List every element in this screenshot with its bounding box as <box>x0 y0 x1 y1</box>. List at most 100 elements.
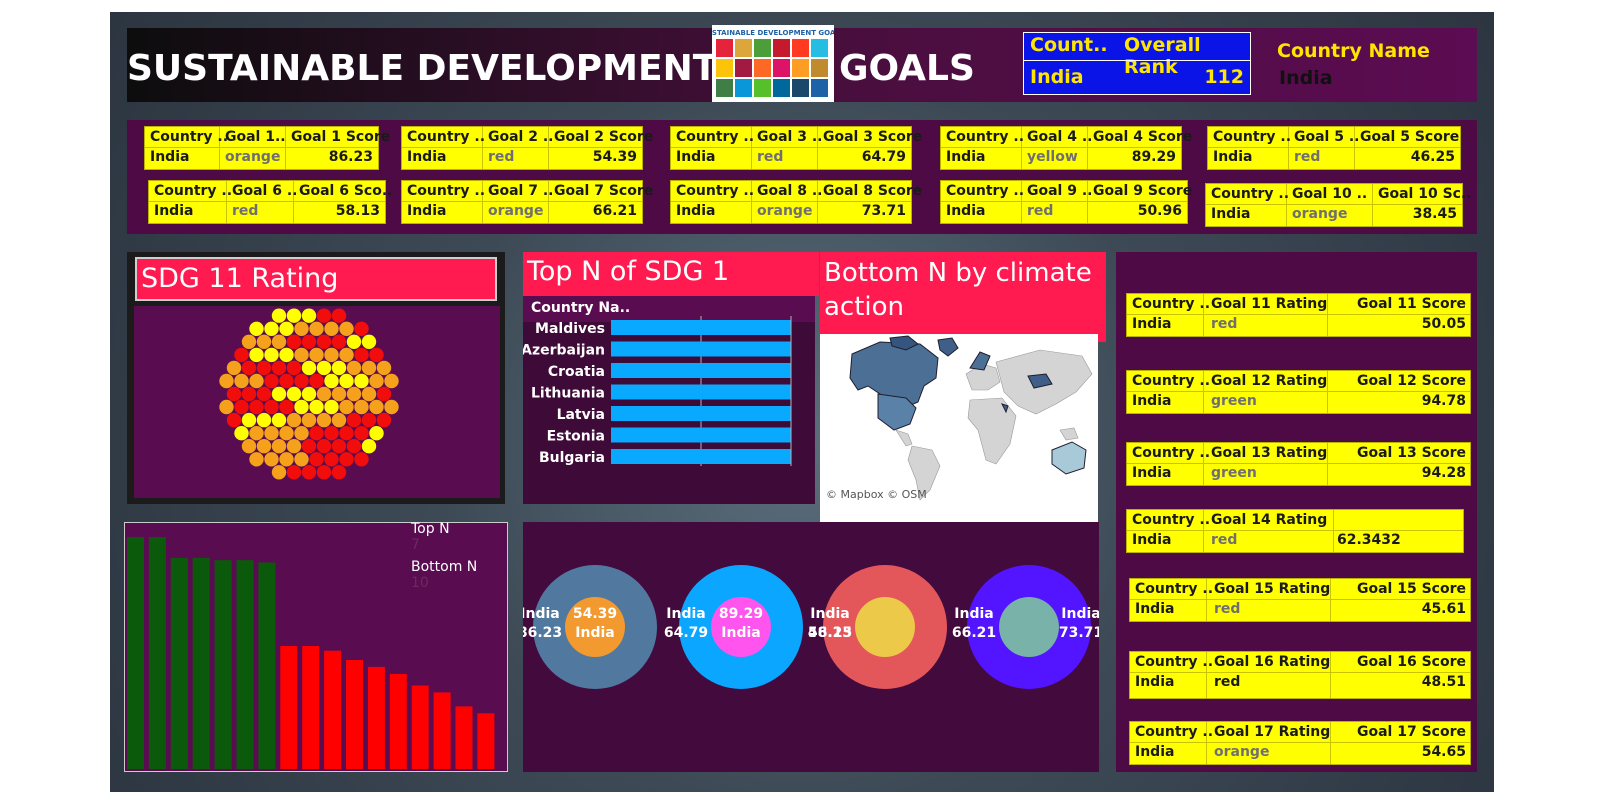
top-bottom-bar <box>302 646 320 769</box>
goal-card-country: India <box>1211 206 1251 222</box>
bottom-n-param-value[interactable]: 10 <box>411 575 429 591</box>
bubble-mark <box>241 334 257 349</box>
goal-card-country: India <box>407 149 447 165</box>
bubble-mark <box>234 347 249 363</box>
bubble-mark <box>309 452 324 467</box>
right-card-score-header: Goal 13 Score <box>1357 445 1466 461</box>
bubble-mark <box>331 465 347 480</box>
right-card-country: India <box>1135 601 1175 617</box>
right-card-score-header: Goal 17 Score <box>1357 724 1466 740</box>
bubble-mark <box>256 386 272 402</box>
top-bottom-bar <box>324 650 342 769</box>
map-credit: © Mapbox © OSM <box>826 488 927 501</box>
donut-inner-country: India <box>575 625 614 641</box>
goal-card-score: 89.29 <box>1131 149 1176 165</box>
goal-9-card: Country .. Goal 9 .. Goal 9 Score India red 5… <box>940 180 1192 224</box>
goal-card-rating-header: Goal 4 .. <box>1027 129 1093 145</box>
sdg11-bubble-chart[interactable] <box>134 306 500 498</box>
bubble-mark <box>339 452 354 467</box>
bubble-mark <box>294 373 309 389</box>
top-n-bar <box>611 427 791 443</box>
goal-card-score: 73.71 <box>861 203 906 219</box>
bubble-mark <box>271 360 287 376</box>
top-bottom-bar <box>389 673 407 769</box>
top-bottom-bar <box>455 706 473 769</box>
bubble-mark <box>219 373 234 389</box>
bubble-mark <box>256 412 272 428</box>
bubble-mark <box>234 373 249 389</box>
bubble-mark <box>316 334 332 349</box>
goal-card-country-header: Country .. <box>676 183 755 199</box>
bubble-mark <box>271 412 287 428</box>
bubble-mark <box>286 334 302 349</box>
top-bottom-bar <box>258 562 276 769</box>
country-name-filter-value[interactable]: India <box>1279 67 1333 89</box>
bubble-mark <box>301 412 317 428</box>
top-n-title: Top N of SDG 1 <box>523 252 819 296</box>
right-card-rating: red <box>1214 674 1241 690</box>
bubble-mark <box>361 439 377 454</box>
bubble-mark <box>301 308 317 323</box>
goal-12-card: Country .. Goal 12 Rating Goal 12 Score Ind… <box>1126 370 1471 414</box>
goal-card-rating-header: Goal 9 .. <box>1027 183 1093 199</box>
top-bottom-bar <box>214 560 232 769</box>
goal-card-country: India <box>150 149 190 165</box>
goal-card-score-header: Goal 6 Sco.. <box>299 183 393 199</box>
bubble-mark <box>264 399 279 415</box>
goal-card-score: 86.23 <box>328 149 373 165</box>
goal-card-rating: orange <box>757 203 813 219</box>
right-card-rating-header: Goal 11 Rating <box>1211 296 1328 312</box>
bubble-mark <box>241 412 257 428</box>
top-n-column-header: Country Na.. <box>531 300 631 316</box>
bubble-mark <box>256 439 272 454</box>
donut-center <box>855 597 915 657</box>
right-card-score: 54.65 <box>1421 744 1466 760</box>
bubble-mark <box>219 399 234 415</box>
top-n-param-value[interactable]: 7 <box>411 537 420 553</box>
right-card-score: 62.3432 <box>1337 532 1401 548</box>
bubble-mark <box>256 360 272 376</box>
right-card-country: India <box>1135 674 1175 690</box>
donut-inner-country: India <box>1061 606 1099 622</box>
right-card-country-header: Country .. <box>1132 373 1211 389</box>
bubble-mark <box>376 412 392 428</box>
bubble-mark <box>301 360 317 376</box>
goal-5-card: Country .. Goal 5 .. Goal 5 Score India red 4… <box>1207 126 1461 170</box>
goal-card-score: 54.39 <box>592 149 637 165</box>
bubble-mark <box>376 360 392 376</box>
goal-card-rating-header: Goal 1.. <box>225 129 286 145</box>
bubble-mark <box>286 439 302 454</box>
goal-card-score-header: Goal 4 Score <box>1093 129 1193 145</box>
title-right: GOALS <box>839 48 975 89</box>
top-n-bar <box>611 384 791 400</box>
bubble-mark <box>354 321 369 336</box>
right-card-score-header: Goal 15 Score <box>1357 581 1466 597</box>
top-n-category-label: Estonia <box>547 429 605 445</box>
bubble-mark <box>264 321 279 336</box>
bubble-mark <box>354 373 369 389</box>
top-n-bar <box>611 320 791 335</box>
title-left: SUSTAINABLE DEVELOPMENT <box>127 48 718 89</box>
goal-card-score-header: Goal 9 Score <box>1093 183 1193 199</box>
right-card-country-header: Country .. <box>1135 654 1214 670</box>
right-card-rating-header: Goal 12 Rating <box>1211 373 1328 389</box>
goal-card-score: 38.45 <box>1412 206 1457 222</box>
right-card-country: India <box>1135 744 1175 760</box>
bubble-mark <box>309 347 324 363</box>
goal-card-country: India <box>676 149 716 165</box>
right-card-country-header: Country .. <box>1135 581 1214 597</box>
goal-card-rating-header: Goal 5 .. <box>1294 129 1360 145</box>
world-map[interactable]: © Mapbox © OSM <box>820 334 1098 504</box>
bubble-mark <box>361 412 377 428</box>
bubble-mark <box>294 426 309 441</box>
goal-card-country-header: Country .. <box>407 183 486 199</box>
bubble-mark <box>324 321 339 336</box>
top-n-category-label: Latvia <box>557 407 605 423</box>
bubble-mark <box>316 308 332 323</box>
bubble-mark <box>271 386 287 402</box>
bubble-mark <box>226 360 242 376</box>
bubble-mark <box>361 386 377 402</box>
goal-card-country-header: Country .. <box>676 129 755 145</box>
goal-card-country: India <box>154 203 194 219</box>
top-bottom-bar <box>477 713 495 769</box>
